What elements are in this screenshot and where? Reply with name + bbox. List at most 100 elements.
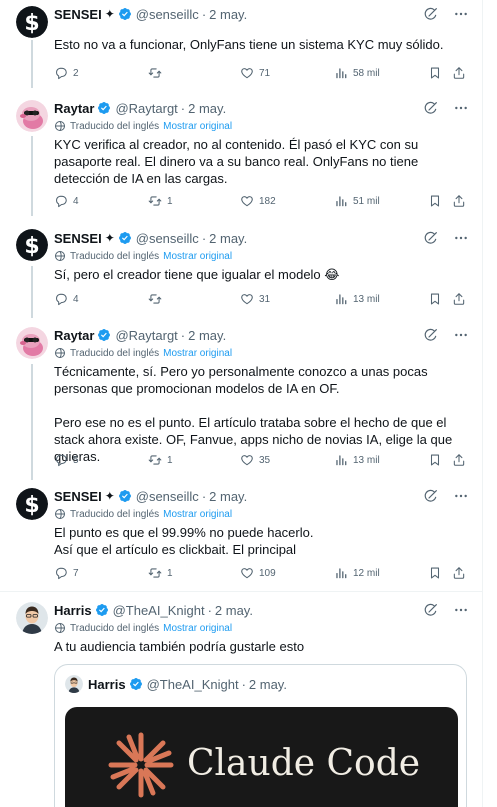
display-name[interactable]: Harris [54, 603, 92, 618]
like-button[interactable]: 31 [240, 290, 270, 308]
reply-button[interactable]: 4 [54, 290, 79, 308]
bookmark-button[interactable] [428, 64, 447, 82]
timestamp[interactable]: 2 may. [209, 231, 247, 246]
display-name[interactable]: Raytar [54, 328, 94, 343]
more-dots-icon[interactable] [453, 602, 469, 618]
more-dots-icon[interactable] [453, 327, 469, 343]
share-button[interactable] [452, 290, 471, 308]
handle[interactable]: @senseillc [136, 7, 199, 22]
show-original-link[interactable]: Mostrar original [163, 251, 232, 262]
bookmark-button[interactable] [428, 192, 447, 210]
grok-icon[interactable] [423, 100, 439, 116]
tweet[interactable]: Raytar @Raytargt · 2 may. Traducido del … [0, 322, 483, 480]
verified-icon [95, 603, 109, 617]
tweet[interactable]: SENSEI ✦ @senseillc · 2 may. Esto no va … [0, 0, 483, 88]
timestamp[interactable]: 2 may. [215, 603, 253, 618]
views-button[interactable]: 13 mil [334, 451, 380, 469]
share-button[interactable] [452, 64, 471, 82]
display-name[interactable]: Raytar [54, 101, 94, 116]
bookmark-button[interactable] [428, 451, 447, 469]
avatar[interactable] [65, 675, 83, 693]
reply-icon [54, 292, 68, 306]
avatar[interactable] [16, 229, 48, 261]
tweet[interactable]: SENSEI ✦ @senseillc · 2 may. Traducido d… [0, 224, 483, 318]
handle[interactable]: @senseillc [136, 489, 199, 504]
avatar[interactable] [16, 488, 48, 520]
avatar[interactable] [16, 6, 48, 38]
verified-icon [129, 677, 143, 691]
views-button[interactable]: 58 mil [334, 64, 380, 82]
timestamp[interactable]: 2 may. [249, 677, 287, 692]
timestamp[interactable]: 2 may. [209, 489, 247, 504]
timestamp[interactable]: 2 may. [188, 328, 226, 343]
reply-button[interactable]: 5 [54, 451, 79, 469]
bookmark-button[interactable] [428, 290, 447, 308]
share-icon [452, 194, 466, 208]
avatar[interactable] [16, 327, 48, 359]
share-button[interactable] [452, 192, 471, 210]
tweet[interactable]: SENSEI ✦ @senseillc · 2 may. Traducido d… [0, 484, 482, 592]
views-button[interactable]: 51 mil [334, 192, 380, 210]
show-original-link[interactable]: Mostrar original [163, 509, 232, 520]
handle[interactable]: @TheAI_Knight [113, 603, 205, 618]
reply-count: 5 [73, 454, 79, 466]
like-button[interactable]: 35 [240, 451, 270, 469]
retweet-button[interactable]: 1 [148, 564, 173, 582]
timestamp[interactable]: 2 may. [209, 7, 247, 22]
like-button[interactable]: 182 [240, 192, 276, 210]
quoted-tweet[interactable]: Harris @TheAI_Knight · 2 may. Claude Cod… [54, 664, 467, 807]
retweet-button[interactable]: 1 [148, 451, 173, 469]
display-name[interactable]: SENSEI [54, 7, 102, 22]
views-icon [334, 292, 348, 306]
share-icon [452, 566, 466, 580]
retweet-button[interactable] [148, 64, 167, 82]
more-dots-icon[interactable] [453, 488, 469, 504]
handle[interactable]: @Raytargt [115, 101, 177, 116]
views-button[interactable]: 12 mil [334, 564, 380, 582]
thread-line [31, 364, 33, 480]
reply-button[interactable]: 2 [54, 64, 79, 82]
more-dots-icon[interactable] [453, 230, 469, 246]
display-name[interactable]: Harris [88, 677, 126, 692]
share-button[interactable] [452, 564, 471, 582]
show-original-link[interactable]: Mostrar original [163, 348, 232, 359]
bookmark-button[interactable] [428, 564, 447, 582]
handle[interactable]: @senseillc [136, 231, 199, 246]
tweet-header: Harris @TheAI_Knight · 2 may. [54, 600, 469, 620]
verified-icon [118, 231, 132, 245]
show-original-link[interactable]: Mostrar original [163, 121, 232, 132]
reply-icon [54, 566, 68, 580]
avatar[interactable] [16, 602, 48, 634]
reply-button[interactable]: 4 [54, 192, 79, 210]
badge-sparkle: ✦ [104, 489, 115, 503]
verified-icon [97, 101, 111, 115]
translate-icon [54, 347, 66, 359]
grok-icon[interactable] [423, 488, 439, 504]
grok-icon[interactable] [423, 6, 439, 22]
reply-button[interactable]: 7 [54, 564, 79, 582]
show-original-link[interactable]: Mostrar original [163, 623, 232, 634]
more-dots-icon[interactable] [453, 100, 469, 116]
display-name[interactable]: SENSEI [54, 489, 102, 504]
avatar[interactable] [16, 100, 48, 132]
views-button[interactable]: 13 mil [334, 290, 380, 308]
verified-icon [118, 489, 132, 503]
display-name[interactable]: SENSEI [54, 231, 102, 246]
translate-icon [54, 250, 66, 262]
media-title-text: Claude Code [187, 743, 421, 784]
grok-icon[interactable] [423, 602, 439, 618]
more-dots-icon[interactable] [453, 6, 469, 22]
share-button[interactable] [452, 451, 471, 469]
like-count: 31 [259, 293, 271, 305]
handle[interactable]: @TheAI_Knight [147, 677, 239, 692]
tweet[interactable]: Raytar @Raytargt · 2 may. Traducido del … [0, 92, 483, 216]
grok-icon[interactable] [423, 327, 439, 343]
handle[interactable]: @Raytargt [115, 328, 177, 343]
retweet-button[interactable]: 1 [148, 192, 173, 210]
quoted-media-image[interactable]: Claude Code [65, 707, 458, 807]
like-button[interactable]: 71 [240, 64, 270, 82]
timestamp[interactable]: 2 may. [188, 101, 226, 116]
grok-icon[interactable] [423, 230, 439, 246]
retweet-button[interactable] [148, 290, 167, 308]
like-button[interactable]: 109 [240, 564, 276, 582]
